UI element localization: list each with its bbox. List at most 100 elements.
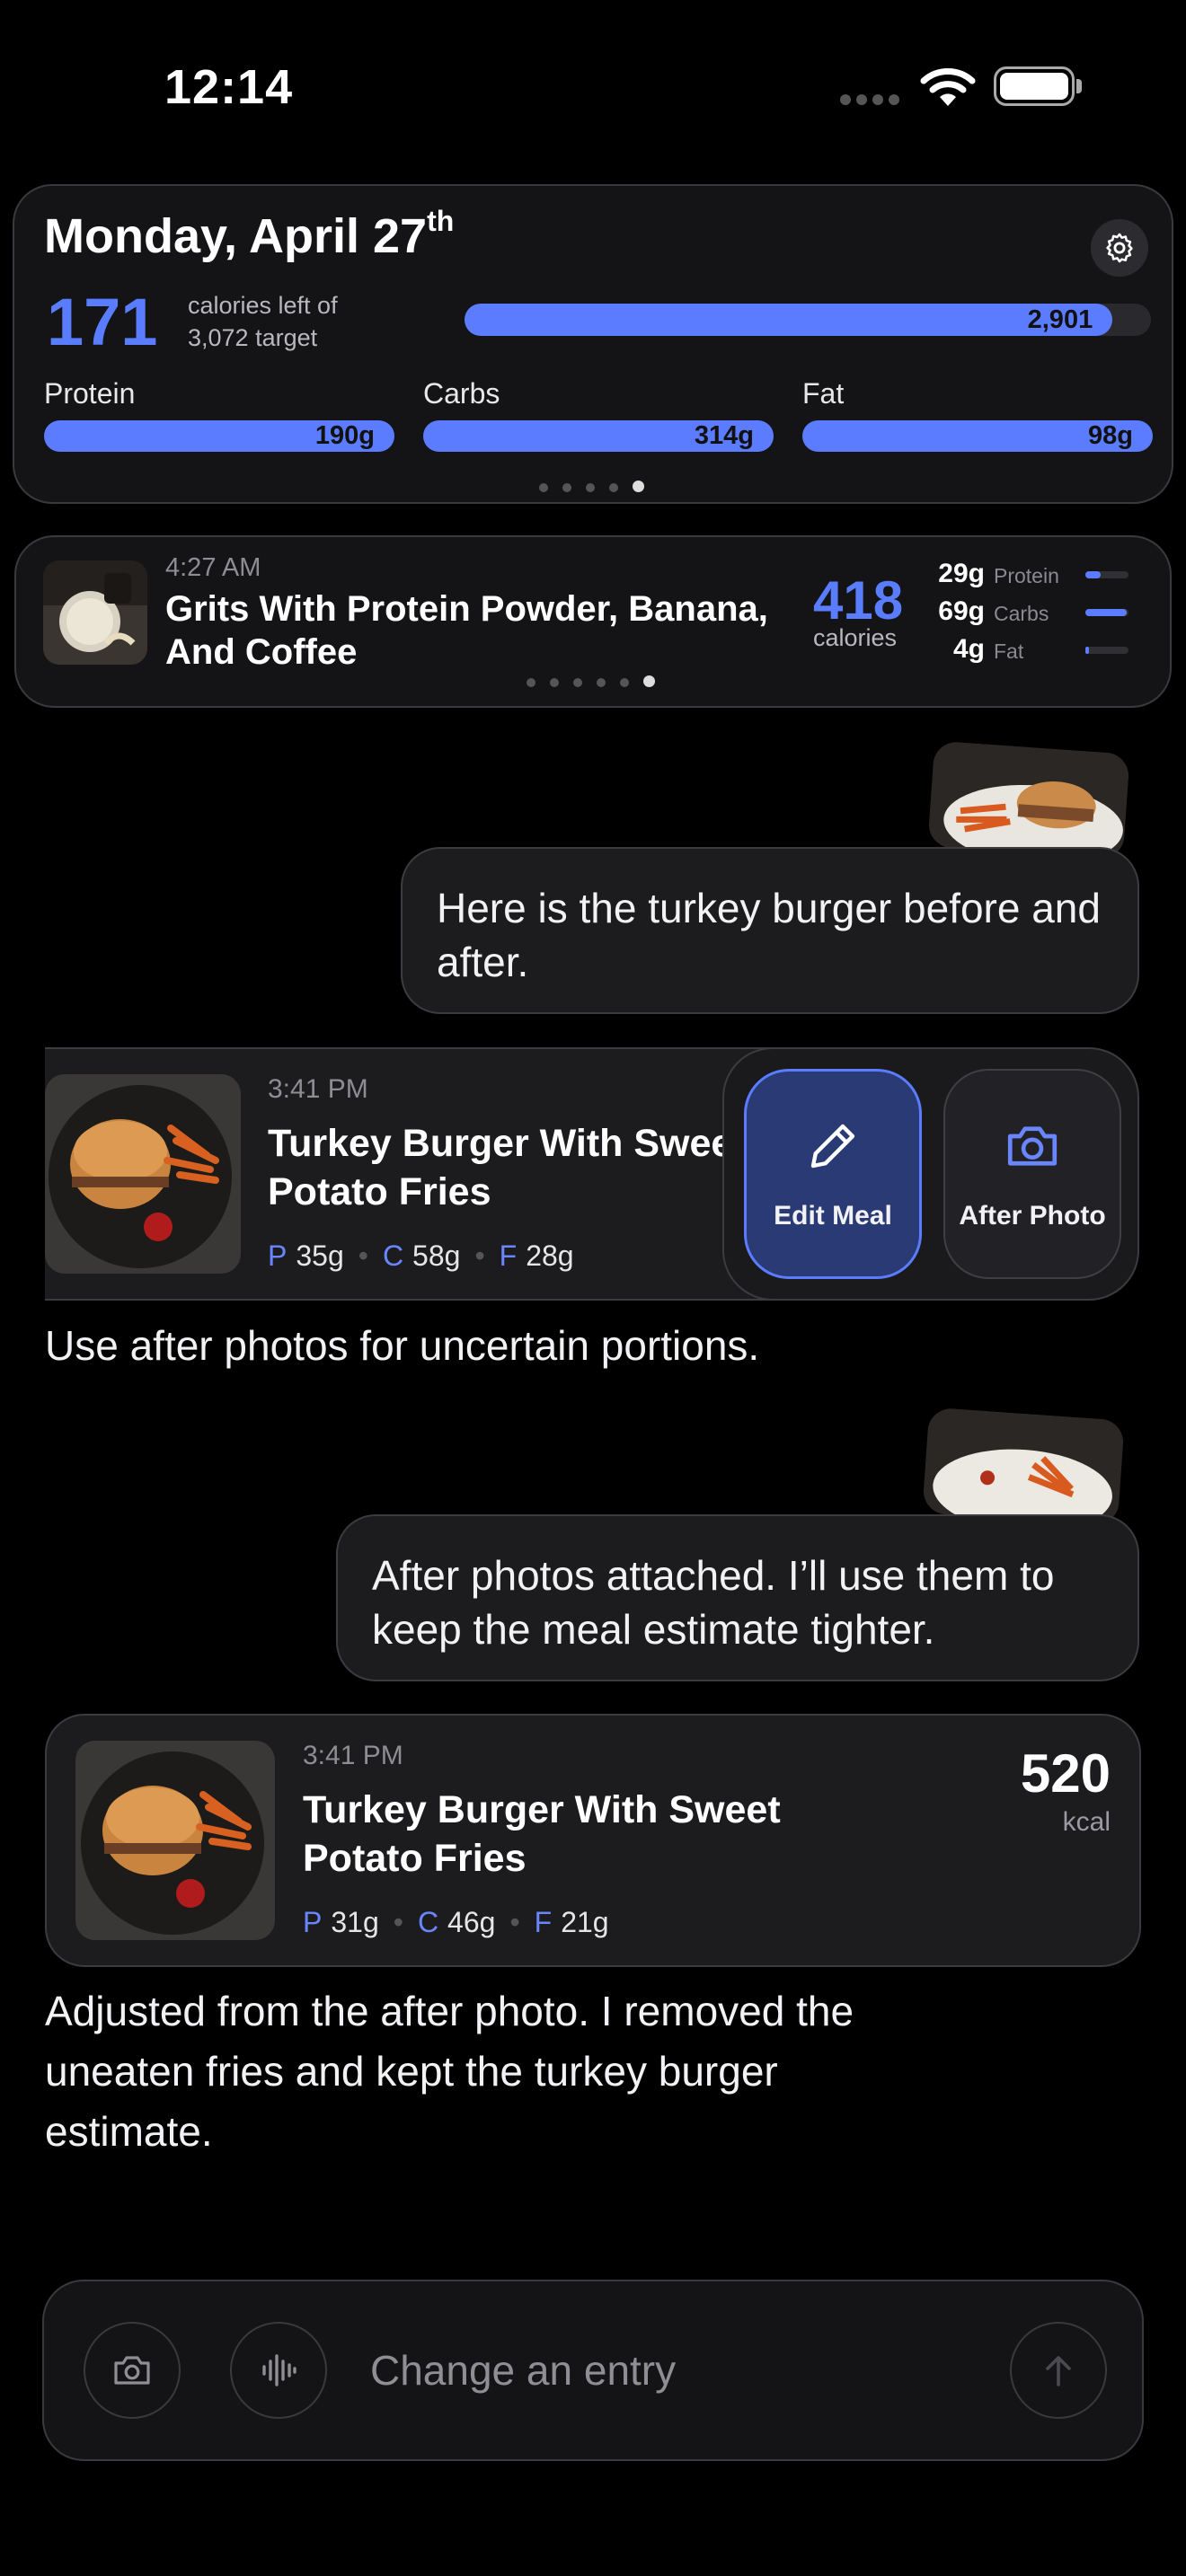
after-photo-button[interactable]: After Photo [943,1069,1121,1279]
meal-photo [45,1074,241,1274]
meal-strip-time: 4:27 AM [165,553,261,582]
calories-target-label: 3,072 target [188,324,318,351]
meal-strip-page-indicator[interactable] [527,675,669,692]
date-title: Monday, April 27th [44,205,455,264]
strip-fat-value: 4g [952,634,985,664]
fat-label: Fat [802,377,845,410]
protein-value: 31g [331,1906,379,1938]
page-dot [597,678,606,687]
carbs-bar: 314g [423,420,774,452]
strip-protein-bar [1085,571,1128,578]
pencil-icon [810,1124,855,1169]
carbs-bar-fill: 314g [423,420,774,452]
carbs-label: Carbs [423,377,500,410]
strip-carbs-name: Carbs [994,602,1049,625]
page-dot [539,483,548,492]
protein-bar: 190g [44,420,394,452]
grits-photo [43,560,147,665]
protein-label: Protein [44,377,136,410]
fat-bar: 98g [802,420,1153,452]
edit-meal-label: Edit Meal [774,1201,892,1231]
camera-button[interactable] [84,2322,181,2419]
page-dot [586,483,595,492]
carbs-key: C [417,1906,439,1938]
calories-progress-bar: 2,901 [465,304,1151,336]
voice-button[interactable] [230,2322,327,2419]
meal-macros: P 31g • C 46g • F 21g [303,1906,609,1939]
user-message: After photos attached. I’ll use them to … [336,1514,1139,1681]
meal-macros: P 35g • C 58g • F 28g [268,1239,574,1273]
meal-actions-tray: Edit Meal After Photo [722,1047,1139,1301]
camera-icon [1007,1126,1058,1166]
strip-fat-bar [1085,647,1128,654]
page-dot [573,678,582,687]
meal-title: Turkey Burger With Sweet Potato Fries [303,1788,781,1880]
meal-photo [75,1741,275,1940]
entry-input[interactable]: Change an entry [370,2346,676,2395]
meal-kcal-value: 520 [1020,1743,1111,1804]
calories-left-value: 171 [47,285,158,359]
fat-bar-fill: 98g [802,420,1153,452]
date-text: Monday, April 27 [44,209,428,263]
strip-fat-name: Fat [994,640,1024,663]
settings-button[interactable] [1091,219,1148,277]
battery-icon [994,66,1075,106]
strip-carbs-bar-fill [1085,609,1127,616]
page-dot [562,483,571,492]
strip-protein-bar-fill [1085,571,1101,578]
carbs-key: C [382,1239,404,1272]
separator-dot: • [474,1239,485,1272]
strip-carbs-value: 69g [938,596,985,626]
meal-title-line1: Turkey Burger With Swee [268,1122,726,1165]
summary-page-indicator[interactable] [539,481,659,497]
meal-time: 3:41 PM [303,1741,403,1770]
meal-title-line2: Potato Fries [268,1170,491,1213]
meal-title: Turkey Burger With Swee Potato Fries [268,1119,726,1216]
protein-bar-fill: 190g [44,420,394,452]
assistant-message: Adjusted from the after photo. I removed… [45,1988,854,2155]
wifi-icon [920,68,976,106]
cellular-signal-icon [840,93,905,110]
user-message: Here is the turkey burger before and aft… [401,847,1139,1014]
fat-value: 21g [561,1906,609,1938]
strip-carbs-bar [1085,609,1128,616]
fat-key: F [534,1906,553,1938]
waveform-icon [262,2354,296,2386]
carbs-value: 58g [412,1239,461,1272]
meal-kcal-unit: kcal [1062,1807,1111,1837]
separator-dot: • [509,1906,520,1938]
status-time: 12:14 [164,60,294,114]
separator-dot: • [358,1239,368,1272]
carbs-value: 46g [447,1906,496,1938]
battery-cap [1076,79,1082,93]
burger-after-photo[interactable] [922,1407,1125,1527]
page-dot-active [633,481,644,492]
calories-left-label-line1: calories left of [188,292,338,319]
burger-before-photo[interactable] [927,740,1130,860]
page-dot [527,678,535,687]
meal-time: 3:41 PM [268,1074,368,1104]
send-button[interactable] [1010,2322,1107,2419]
gear-icon [1106,233,1133,263]
page-dot [609,483,618,492]
fat-key: F [499,1239,518,1272]
fat-value: 28g [526,1239,574,1272]
strip-fat-bar-fill [1085,647,1089,654]
page-dot [620,678,629,687]
assistant-message: Use after photos for uncertain portions. [45,1322,760,1369]
edit-meal-button[interactable]: Edit Meal [744,1069,922,1279]
protein-value: 35g [296,1239,344,1272]
strip-protein-value: 29g [938,559,985,588]
protein-key: P [303,1906,323,1938]
calories-progress-fill: 2,901 [465,304,1113,336]
after-photo-label: After Photo [959,1201,1106,1231]
calories-left-label: calories left of 3,072 target [188,289,338,354]
camera-icon [114,2356,150,2385]
page-dot [550,678,559,687]
date-suffix: th [427,205,455,237]
meal-strip-calories: 418 [813,570,904,631]
meal-strip-title: Grits With Protein Powder, Banana, And C… [165,589,768,672]
meal-strip-calories-label: calories [813,624,898,651]
protein-key: P [268,1239,288,1272]
page-dot-active [643,675,655,687]
